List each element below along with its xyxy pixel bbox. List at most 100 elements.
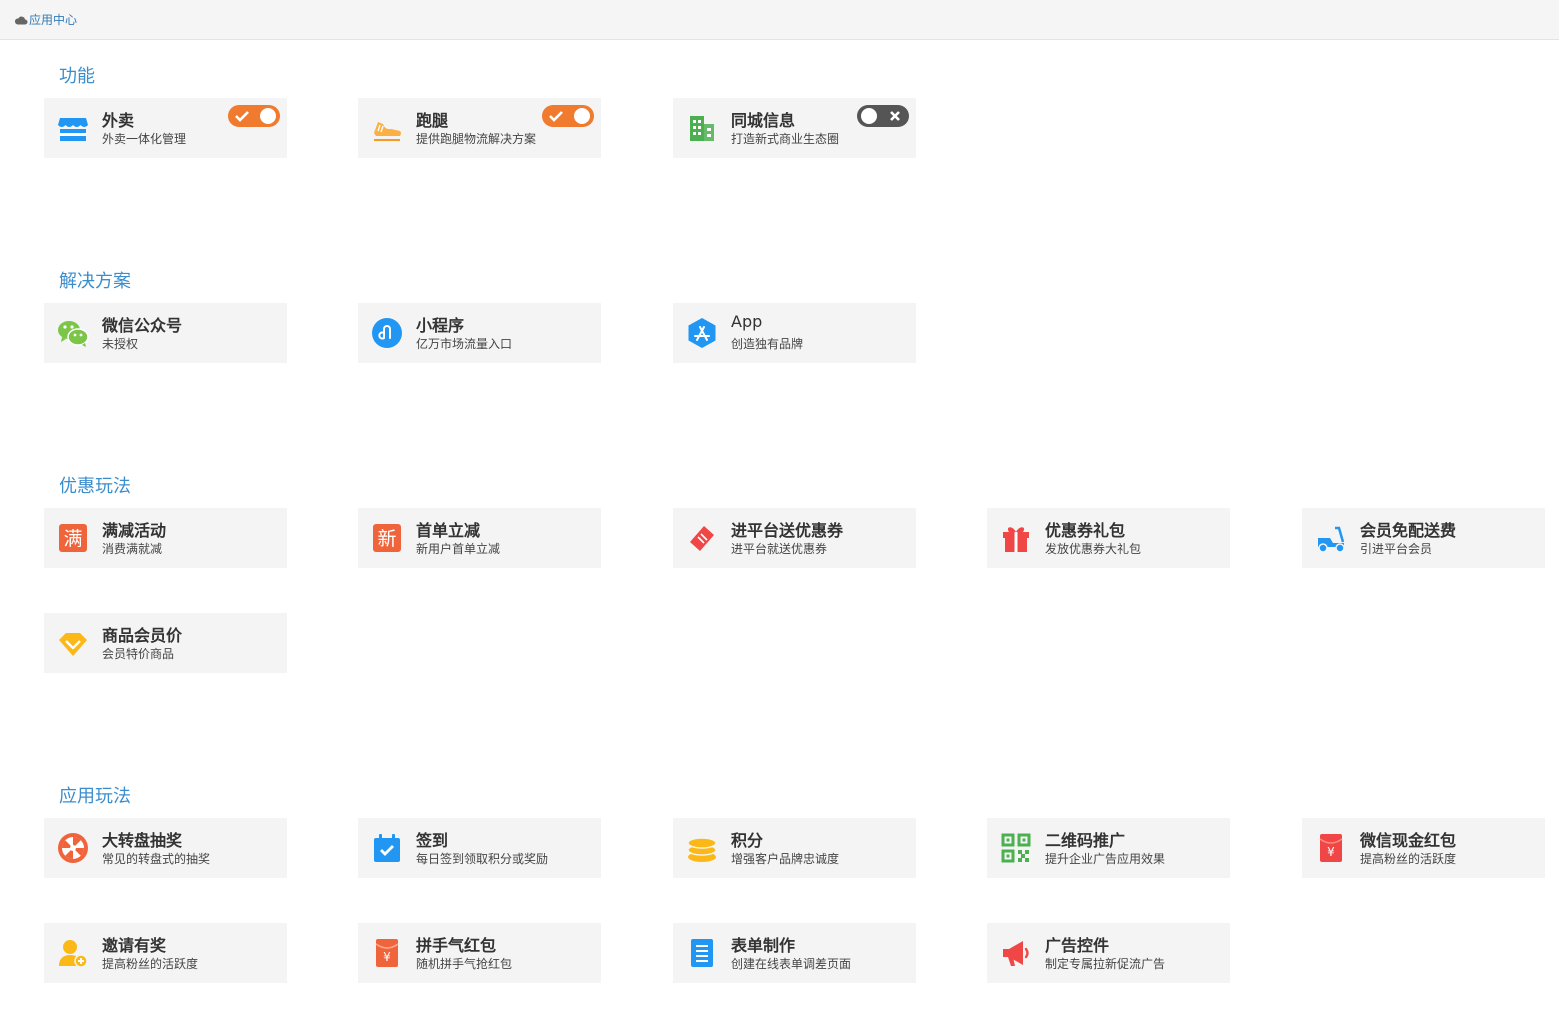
calendar-check-icon — [374, 834, 400, 862]
card-title: 进平台送优惠券 — [731, 521, 844, 540]
card-desc: 制定专属拉新促流广告 — [1045, 957, 1166, 971]
waimai-toggle[interactable] — [228, 105, 280, 127]
svg-text:满: 满 — [63, 528, 82, 550]
card-desc: 外卖一体化管理 — [102, 132, 187, 146]
card-title: App — [731, 312, 763, 331]
card-desc: 提升企业广告应用效果 — [1045, 852, 1166, 866]
red-envelope-icon: ¥ — [1319, 834, 1343, 862]
miniprogram-icon — [372, 318, 402, 348]
card-desc: 进平台就送优惠券 — [731, 542, 828, 556]
card-desc: 会员特价商品 — [102, 647, 175, 661]
tongcheng-toggle[interactable] — [857, 105, 909, 127]
full-reduction-icon: 满 — [59, 524, 87, 552]
card-wechat-official[interactable]: 微信公众号 未授权 — [44, 303, 287, 363]
shoe-icon — [374, 122, 401, 141]
card-app[interactable]: App 创造独有品牌 — [673, 303, 916, 363]
breadcrumb[interactable]: 应用中心 — [14, 11, 77, 28]
lucky-envelope-icon: ¥ — [375, 939, 399, 967]
megaphone-icon — [1003, 941, 1029, 966]
card-coupon-pack[interactable]: 优惠券礼包 发放优惠券大礼包 — [987, 508, 1230, 568]
card-title: 商品会员价 — [102, 626, 183, 645]
check-icon — [549, 111, 563, 122]
svg-text:新: 新 — [377, 528, 396, 550]
coupon-ticket-icon — [690, 526, 714, 551]
card-miniprogram[interactable]: 小程序 亿万市场流量入口 — [358, 303, 601, 363]
close-icon — [890, 111, 900, 121]
toggle-knob — [260, 108, 276, 124]
section-title-promotions: 优惠玩法 — [59, 476, 131, 497]
card-desc: 每日签到领取积分或奖励 — [416, 852, 549, 866]
paotui-toggle[interactable] — [542, 105, 594, 127]
top-bar: 应用中心 — [0, 0, 1559, 40]
card-title: 广告控件 — [1045, 936, 1110, 955]
card-title: 满减活动 — [102, 521, 167, 540]
toggle-knob — [861, 108, 877, 124]
card-lucky-wheel[interactable]: 大转盘抽奖 常见的转盘式的抽奖 — [44, 818, 287, 878]
card-first-order[interactable]: 新 首单立减 新用户首单立减 — [358, 508, 601, 568]
card-member-price[interactable]: 商品会员价 会员特价商品 — [44, 613, 287, 673]
card-cash-envelope[interactable]: ¥ 微信现金红包 提高粉丝的活跃度 — [1302, 818, 1545, 878]
wechat-icon — [58, 321, 89, 347]
card-title: 大转盘抽奖 — [102, 831, 183, 850]
svg-text:¥: ¥ — [383, 950, 391, 964]
gift-icon — [1003, 527, 1029, 552]
card-desc: 增强客户品牌忠诚度 — [731, 852, 840, 866]
card-title: 邀请有奖 — [102, 936, 167, 955]
card-desc: 打造新式商业生态圈 — [731, 132, 840, 146]
card-free-delivery[interactable]: 会员免配送费 引进平台会员 — [1302, 508, 1545, 568]
svg-text:¥: ¥ — [1327, 845, 1335, 859]
card-title: 跑腿 — [416, 111, 449, 130]
card-title: 微信现金红包 — [1360, 831, 1457, 850]
card-title: 优惠券礼包 — [1045, 521, 1126, 540]
card-title: 首单立减 — [416, 521, 481, 540]
toggle-knob — [574, 108, 590, 124]
form-icon — [691, 939, 713, 967]
card-title: 小程序 — [416, 316, 465, 335]
card-desc: 随机拼手气抢红包 — [416, 957, 513, 971]
card-ad-widget[interactable]: 广告控件 制定专属拉新促流广告 — [987, 923, 1230, 983]
section-title-features: 功能 — [59, 66, 95, 87]
card-title: 会员免配送费 — [1360, 521, 1457, 540]
card-desc: 引进平台会员 — [1360, 542, 1433, 556]
card-platform-coupon[interactable]: 进平台送优惠券 进平台就送优惠券 — [673, 508, 916, 568]
card-title: 签到 — [416, 831, 449, 850]
card-title: 拼手气红包 — [416, 936, 497, 955]
wheel-icon — [58, 833, 88, 863]
section-title-apps: 应用玩法 — [59, 786, 131, 807]
card-title: 表单制作 — [731, 936, 796, 955]
card-invite-reward[interactable]: 邀请有奖 提高粉丝的活跃度 — [44, 923, 287, 983]
card-desc: 提供跑腿物流解决方案 — [416, 132, 537, 146]
store-icon — [58, 118, 88, 141]
card-tongcheng[interactable]: 同城信息 打造新式商业生态圈 — [673, 98, 916, 158]
check-icon — [235, 111, 249, 122]
card-paotui[interactable]: 跑腿 提供跑腿物流解决方案 — [358, 98, 601, 158]
coins-icon — [687, 837, 717, 862]
card-form-builder[interactable]: 表单制作 创建在线表单调差页面 — [673, 923, 916, 983]
section-title-solutions: 解决方案 — [59, 271, 131, 292]
card-sign-in[interactable]: 签到 每日签到领取积分或奖励 — [358, 818, 601, 878]
card-desc: 未授权 — [102, 337, 139, 351]
card-title: 微信公众号 — [102, 316, 183, 335]
card-title: 外卖 — [102, 111, 135, 130]
cloud-icon — [14, 16, 28, 24]
card-desc: 消费满就减 — [102, 542, 163, 556]
card-title: 二维码推广 — [1045, 831, 1126, 850]
card-desc: 新用户首单立减 — [416, 542, 501, 556]
card-full-reduction[interactable]: 满 满减活动 消费满就减 — [44, 508, 287, 568]
new-user-icon: 新 — [373, 524, 401, 552]
scooter-icon — [1318, 526, 1345, 553]
card-desc: 常见的转盘式的抽奖 — [102, 852, 211, 866]
card-desc: 创造独有品牌 — [731, 337, 804, 351]
card-waimai[interactable]: 外卖 外卖一体化管理 — [44, 98, 287, 158]
card-desc: 提高粉丝的活跃度 — [102, 957, 199, 971]
appstore-icon — [688, 318, 716, 348]
card-title: 同城信息 — [731, 111, 796, 130]
card-lucky-envelope[interactable]: ¥ 拼手气红包 随机拼手气抢红包 — [358, 923, 601, 983]
card-desc: 亿万市场流量入口 — [416, 337, 513, 351]
card-desc: 发放优惠券大礼包 — [1045, 542, 1142, 556]
card-desc: 提高粉丝的活跃度 — [1360, 852, 1457, 866]
card-points[interactable]: 积分 增强客户品牌忠诚度 — [673, 818, 916, 878]
diamond-icon — [59, 633, 87, 656]
card-qrcode[interactable]: 二维码推广 提升企业广告应用效果 — [987, 818, 1230, 878]
invite-user-icon — [59, 940, 88, 968]
